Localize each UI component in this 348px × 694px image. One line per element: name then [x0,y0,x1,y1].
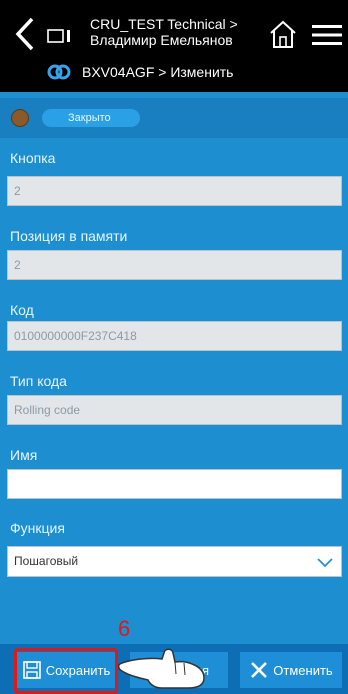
memory-position-label: Позиция в памяти [10,228,128,244]
button-field: 2 [7,176,342,206]
back-arrow-icon[interactable] [14,16,36,52]
home-icon[interactable] [268,18,298,50]
pointing-hand-icon [118,648,205,689]
name-input[interactable] [7,469,342,499]
breadcrumb: BXV04AGF > Изменить [46,60,233,84]
hamburger-menu-icon[interactable] [312,24,342,46]
function-select[interactable]: Пошаговый [7,546,342,577]
breadcrumb-text: BXV04AGF > Изменить [82,64,234,80]
cancel-button-label: Отменить [273,662,333,678]
chevron-down-icon [317,558,333,568]
code-type-label: Тип кода [10,373,67,389]
code-field: 0100000000F237C418 [7,321,342,351]
title-line-2: Владимир Емельянов [90,32,233,48]
save-highlight-frame [14,648,118,694]
function-label: Функция [10,520,65,536]
code-type-field: Rolling code [7,395,342,425]
status-badge[interactable]: Закрыто [42,109,140,127]
close-icon [251,662,268,678]
function-select-value: Пошаговый [14,554,79,568]
button-label: Кнопка [10,150,56,166]
code-label: Код [10,302,34,318]
cancel-button[interactable]: Отменить [240,652,342,688]
chain-link-icon [47,64,71,80]
window-icon[interactable] [46,26,72,46]
step-number: 6 [118,616,131,641]
status-row: Закрыто [0,98,348,138]
memory-position-field: 2 [7,250,342,280]
status-indicator [11,109,29,127]
name-label: Имя [10,447,38,463]
top-bar: CRU_TEST Technical > Владимир Емельянов … [0,0,348,92]
page-title: CRU_TEST Technical > Владимир Емельянов [90,16,250,48]
title-line-1: CRU_TEST Technical > [90,16,238,32]
